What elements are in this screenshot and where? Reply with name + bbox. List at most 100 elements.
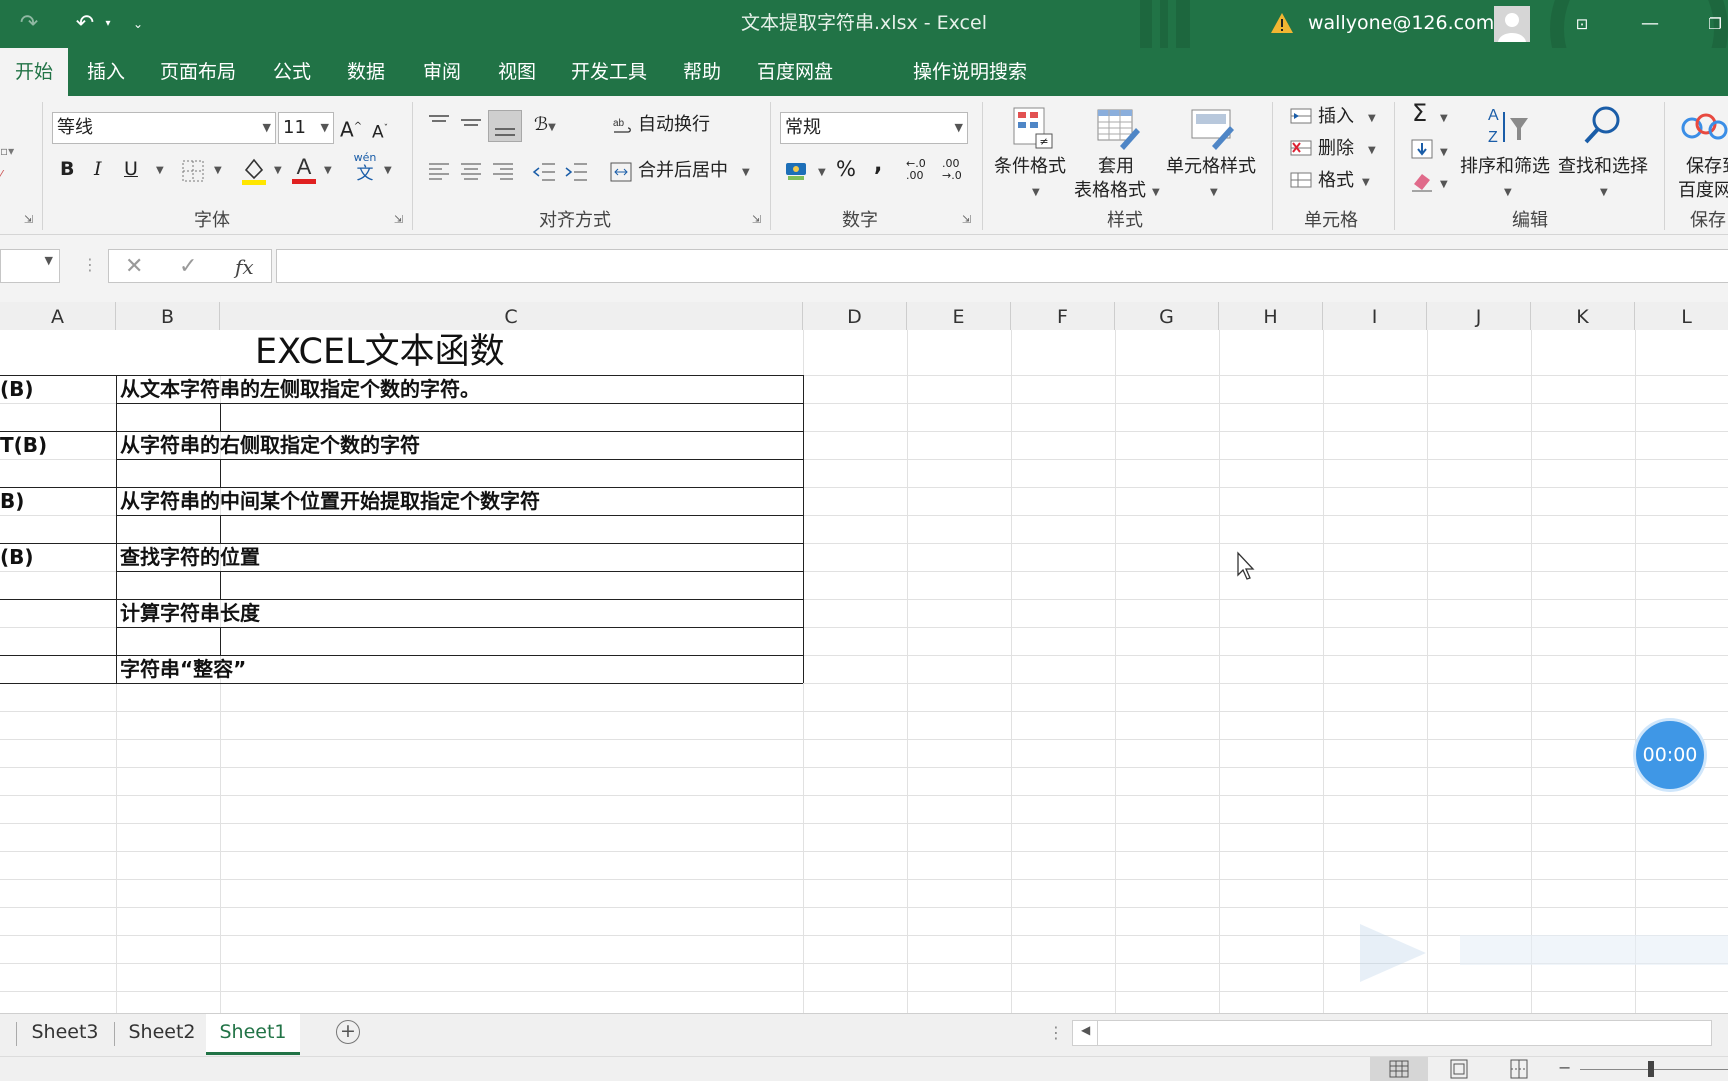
clipboard-launcher-icon[interactable]: ⇲ <box>24 214 36 226</box>
worksheet-grid[interactable]: EXCEL文本函数 (B) 从文本字符串的左侧取指定个数的字符。 T(B) 从字… <box>0 330 1728 1013</box>
decrease-indent-icon[interactable] <box>532 162 556 182</box>
tab-insert[interactable]: 插入 <box>78 48 134 96</box>
merge-center-button[interactable]: 合并后居中 <box>638 158 728 184</box>
wrap-text-button[interactable]: 自动换行 <box>638 112 710 138</box>
page-layout-view-button[interactable] <box>1430 1057 1488 1081</box>
cancel-icon[interactable]: ✕ <box>125 250 143 284</box>
sort-filter-button[interactable]: 排序和筛选 <box>1460 154 1550 180</box>
cell-styles-button[interactable]: 单元格样式 <box>1166 154 1256 180</box>
column-header[interactable]: F <box>1011 302 1115 330</box>
sheet-tab-sheet3[interactable]: Sheet3 <box>20 1014 110 1052</box>
find-select-button[interactable]: 查找和选择 <box>1558 154 1648 180</box>
description-cell[interactable]: 计算字符串长度 <box>120 600 260 626</box>
tab-developer[interactable]: 开发工具 <box>562 48 656 96</box>
conditional-dropdown-icon[interactable]: ▼ <box>1032 180 1040 206</box>
cell-styles-dropdown-icon[interactable]: ▼ <box>1210 180 1218 206</box>
tab-help[interactable]: 帮助 <box>672 48 732 96</box>
insert-cells-button[interactable]: 插入 <box>1318 104 1354 130</box>
sort-filter-icon[interactable]: A Z <box>1484 104 1530 148</box>
description-cell[interactable]: 查找字符的位置 <box>120 544 260 570</box>
description-cell[interactable]: 字符串“整容” <box>120 656 246 682</box>
merge-dropdown-icon[interactable]: ▼ <box>742 160 750 186</box>
tab-review[interactable]: 审阅 <box>412 48 472 96</box>
conditional-format-button[interactable]: 条件格式 <box>994 154 1066 180</box>
fill-color-dropdown-icon[interactable]: ▼ <box>274 158 282 184</box>
format-cells-icon[interactable] <box>1290 170 1312 190</box>
underline-dropdown-icon[interactable]: ▼ <box>156 158 164 184</box>
column-header[interactable]: H <box>1219 302 1323 330</box>
number-format-select[interactable]: 常规 ▼ <box>780 112 968 144</box>
restore-icon[interactable]: ❐ <box>1704 10 1726 38</box>
column-header[interactable]: C <box>220 302 803 330</box>
column-header[interactable]: G <box>1115 302 1219 330</box>
comma-style-button[interactable]: , <box>874 152 882 178</box>
insert-dropdown-icon[interactable]: ▼ <box>1368 106 1376 132</box>
accounting-dropdown-icon[interactable]: ▼ <box>818 160 826 186</box>
column-header[interactable]: D <box>803 302 907 330</box>
find-dropdown-icon[interactable]: ▼ <box>1600 180 1608 206</box>
enter-icon[interactable]: ✓ <box>179 250 197 284</box>
function-name-cell[interactable]: (B) <box>0 376 34 402</box>
function-name-cell[interactable]: B) <box>0 488 24 514</box>
autosum-dropdown-icon[interactable]: ▼ <box>1440 106 1448 132</box>
horizontal-scrollbar[interactable]: ◀ <box>1072 1020 1712 1046</box>
borders-icon[interactable] <box>182 160 204 182</box>
align-center-icon[interactable] <box>460 162 482 182</box>
zoom-slider[interactable] <box>1580 1069 1728 1070</box>
column-header[interactable]: J <box>1427 302 1531 330</box>
bottom-align-button[interactable] <box>488 110 522 142</box>
clear-eraser-icon[interactable] <box>1410 170 1434 192</box>
decrease-decimal-icon[interactable]: .00 →.0 <box>942 158 962 182</box>
font-color-dropdown-icon[interactable]: ▼ <box>324 158 332 184</box>
tab-view[interactable]: 视图 <box>487 48 547 96</box>
sort-filter-dropdown-icon[interactable]: ▼ <box>1504 180 1512 206</box>
column-header[interactable]: K <box>1531 302 1635 330</box>
merge-center-icon[interactable] <box>610 162 632 182</box>
name-box[interactable]: ▼ <box>0 249 60 283</box>
save-to-baidu-line1[interactable]: 保存到 <box>1686 154 1728 180</box>
function-name-cell[interactable]: T(B) <box>0 432 47 458</box>
underline-button[interactable]: U <box>124 156 138 182</box>
delete-cells-button[interactable]: 删除 <box>1318 136 1354 162</box>
page-break-view-button[interactable] <box>1490 1057 1548 1081</box>
number-launcher-icon[interactable]: ⇲ <box>962 214 974 226</box>
fill-dropdown-icon[interactable]: ▼ <box>1440 140 1448 166</box>
format-cells-button[interactable]: 格式 <box>1318 168 1354 194</box>
delete-cells-icon[interactable] <box>1290 138 1312 158</box>
minimize-icon[interactable]: — <box>1636 10 1664 38</box>
account-name[interactable]: wallyone@126.com <box>1308 0 1494 46</box>
alignment-launcher-icon[interactable]: ⇲ <box>752 214 764 226</box>
zoom-slider-thumb[interactable] <box>1648 1061 1654 1077</box>
phonetic-guide-icon[interactable]: wén 文 <box>352 152 378 185</box>
format-as-table-icon[interactable] <box>1096 106 1142 152</box>
bold-button[interactable]: B <box>60 156 74 182</box>
sheet-tab-sheet1[interactable]: Sheet1 <box>206 1014 300 1055</box>
delete-dropdown-icon[interactable]: ▼ <box>1368 138 1376 164</box>
tab-formulas[interactable]: 公式 <box>262 48 322 96</box>
column-header[interactable]: B <box>116 302 220 330</box>
tab-home[interactable]: 开始 <box>0 48 68 96</box>
increase-indent-icon[interactable] <box>564 162 588 182</box>
top-align-icon[interactable] <box>428 114 450 132</box>
formula-input[interactable] <box>276 249 1728 283</box>
font-name-select[interactable]: 等线 ▼ <box>52 112 276 144</box>
splitter-handle-icon[interactable]: ⋮ <box>1048 1020 1064 1046</box>
sheet-tab-sheet2[interactable]: Sheet2 <box>116 1014 208 1052</box>
increase-decimal-icon[interactable]: ←.0.00 <box>906 158 926 182</box>
avatar[interactable] <box>1494 6 1530 42</box>
format-dropdown-icon[interactable]: ▼ <box>1362 170 1370 196</box>
column-header[interactable]: A <box>0 302 116 330</box>
borders-dropdown-icon[interactable]: ▼ <box>214 158 222 184</box>
conditional-format-icon[interactable]: ≠ <box>1012 106 1054 152</box>
table-format-dropdown-icon[interactable]: ▼ <box>1152 180 1160 206</box>
phonetic-dropdown-icon[interactable]: ▼ <box>384 158 392 184</box>
function-name-cell[interactable]: (B) <box>0 544 34 570</box>
percent-style-button[interactable]: % <box>836 156 856 182</box>
description-cell[interactable]: 从文本字符串的左侧取指定个数的字符。 <box>120 376 480 402</box>
wrap-text-icon[interactable]: ab <box>612 116 632 138</box>
shrink-font-icon[interactable]: Aˇ <box>372 116 388 146</box>
autosum-icon[interactable]: Σ <box>1412 100 1427 126</box>
format-as-table-line2[interactable]: 表格格式 <box>1074 178 1146 204</box>
orientation-icon[interactable]: ℬ▼ <box>534 112 556 141</box>
italic-button[interactable]: I <box>94 156 102 182</box>
